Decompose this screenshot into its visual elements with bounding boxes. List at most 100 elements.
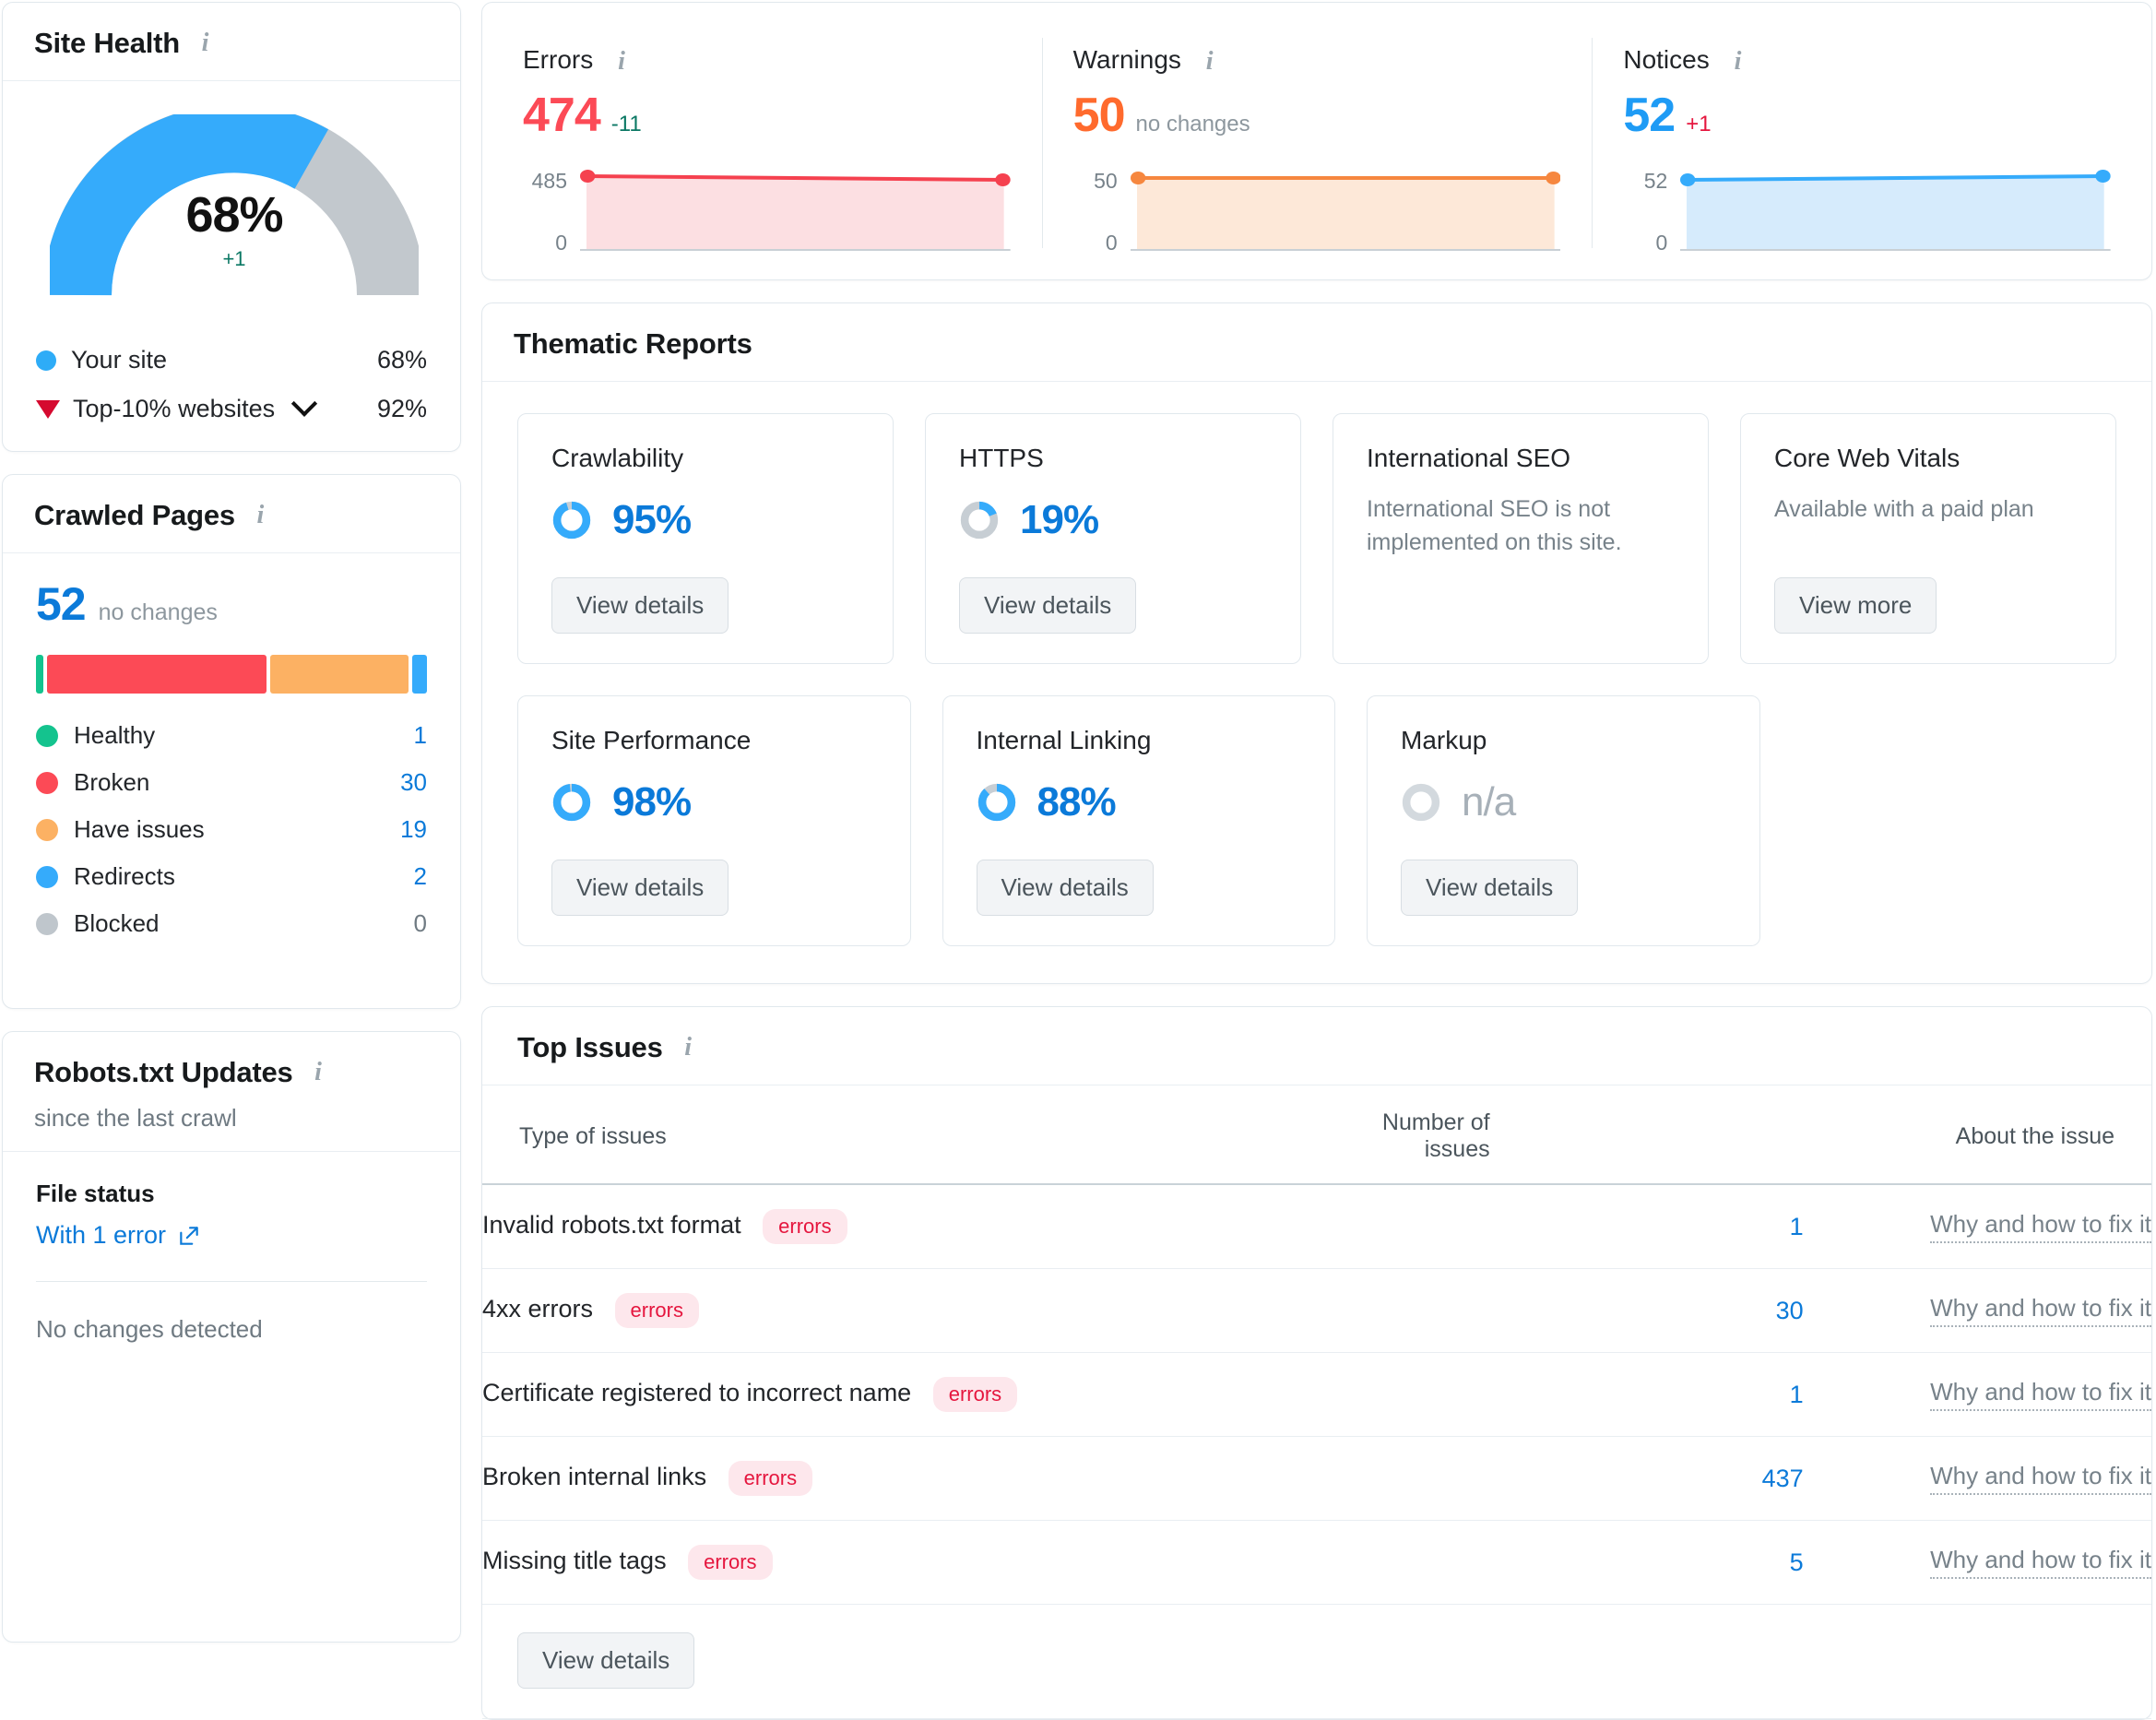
axis-min: 0 bbox=[1655, 231, 1668, 255]
thematic-card-percent: 98% bbox=[612, 779, 692, 824]
thematic-row-1: Crawlability 95% View details HTTPS 19% … bbox=[517, 413, 2116, 664]
issue-count-cell[interactable]: 30 bbox=[1323, 1268, 1804, 1353]
view-details-button[interactable]: View details bbox=[551, 860, 729, 916]
issue-type-text: Broken internal links bbox=[482, 1463, 707, 1491]
status-dot-icon bbox=[36, 724, 58, 747]
table-header-row: Type of issues Number of issues About th… bbox=[482, 1085, 2151, 1185]
list-item[interactable]: Have issues 19 bbox=[36, 806, 427, 853]
issue-count-cell[interactable]: 437 bbox=[1323, 1436, 1804, 1521]
info-icon[interactable]: i bbox=[611, 48, 632, 74]
issue-type-cell: Missing title tags errors bbox=[482, 1520, 1324, 1605]
thematic-card-title: Site Performance bbox=[551, 726, 752, 754]
column-header-type[interactable]: Type of issues bbox=[482, 1085, 1324, 1185]
list-item[interactable]: Blocked 0 bbox=[36, 900, 427, 947]
list-item[interactable]: Redirects 2 bbox=[36, 853, 427, 900]
column-header-number[interactable]: Number of issues bbox=[1323, 1085, 1804, 1185]
legend-label-top10-text: Top-10% websites bbox=[73, 395, 276, 422]
legend-triangle-icon bbox=[36, 399, 60, 419]
robots-updates-body: File status With 1 error No changes dete… bbox=[3, 1152, 460, 1371]
top-issues-header: Top Issues i bbox=[482, 1007, 2151, 1085]
info-icon[interactable]: i bbox=[1728, 48, 1748, 74]
thematic-card-internal-linking[interactable]: Internal Linking 88% View details bbox=[942, 695, 1335, 946]
thematic-card-core-web-vitals[interactable]: Core Web Vitals Available with a paid pl… bbox=[1740, 413, 2116, 664]
sparkline-axis: 52 0 bbox=[1623, 169, 1680, 255]
stat-warnings: Warnings i 50 no changes 50 0 bbox=[1041, 30, 1593, 255]
top-issues-title: Top Issues bbox=[517, 1031, 663, 1063]
legend-dot-icon bbox=[36, 350, 56, 371]
thematic-card-score: 95% bbox=[551, 497, 859, 543]
why-and-how-to-fix-it-link[interactable]: Why and how to fix it bbox=[1930, 1462, 2151, 1495]
file-status-link[interactable]: With 1 error bbox=[36, 1221, 427, 1250]
legend-count[interactable]: 1 bbox=[362, 721, 427, 750]
view-details-button[interactable]: View details bbox=[976, 860, 1154, 916]
legend-count[interactable]: 2 bbox=[362, 862, 427, 891]
legend-count[interactable]: 30 bbox=[362, 768, 427, 797]
thematic-card-markup[interactable]: Markup n/a View details bbox=[1367, 695, 1760, 946]
view-details-button[interactable]: View details bbox=[517, 1632, 695, 1689]
stat-label-text: Errors bbox=[523, 45, 594, 74]
crawled-pages-change: no changes bbox=[98, 599, 218, 625]
site-health-header: Site Health i bbox=[3, 3, 460, 81]
thematic-card-title: HTTPS bbox=[959, 444, 1044, 472]
legend-label-top10: Top-10% websites bbox=[73, 390, 377, 423]
bar-segment-broken bbox=[46, 655, 267, 694]
axis-min: 0 bbox=[1105, 231, 1118, 255]
status-dot-icon bbox=[36, 865, 58, 888]
thematic-card-crawlability[interactable]: Crawlability 95% View details bbox=[517, 413, 894, 664]
stat-delta: +1 bbox=[1686, 112, 1712, 136]
legend-row-top10[interactable]: Top-10% websites 92% bbox=[36, 385, 427, 433]
issue-about-cell: Why and how to fix it bbox=[1803, 1352, 2151, 1437]
issue-count-cell[interactable]: 1 bbox=[1323, 1352, 1804, 1437]
status-badge: errors bbox=[932, 1377, 1018, 1412]
view-details-button[interactable]: View details bbox=[1401, 860, 1579, 916]
info-icon[interactable]: i bbox=[195, 30, 215, 56]
stat-label-text: Notices bbox=[1623, 45, 1710, 74]
list-item[interactable]: Broken 30 bbox=[36, 759, 427, 806]
axis-max: 485 bbox=[531, 169, 567, 193]
crawled-pages-body: 52 no changes Healthy 1 Broken 30 Have i… bbox=[3, 553, 460, 956]
legend-label: Broken bbox=[74, 768, 150, 796]
thematic-card-https[interactable]: HTTPS 19% View details bbox=[925, 413, 1301, 664]
robots-change-note: No changes detected bbox=[36, 1315, 263, 1343]
legend-count[interactable]: 19 bbox=[362, 815, 427, 844]
stat-value: 52 bbox=[1623, 89, 1676, 142]
issue-type-cell: Invalid robots.txt format errors bbox=[482, 1184, 1324, 1269]
status-badge: errors bbox=[688, 1545, 773, 1580]
table-row: Invalid robots.txt format errors 1 Why a… bbox=[482, 1184, 2151, 1269]
issue-type-text: Missing title tags bbox=[482, 1547, 667, 1575]
why-and-how-to-fix-it-link[interactable]: Why and how to fix it bbox=[1930, 1210, 2151, 1243]
sparkline-plot bbox=[1680, 169, 2112, 255]
info-icon[interactable]: i bbox=[250, 503, 270, 528]
table-row: Missing title tags errors 5 Why and how … bbox=[482, 1520, 2151, 1605]
list-item[interactable]: Healthy 1 bbox=[36, 712, 427, 759]
issue-count-cell[interactable]: 1 bbox=[1323, 1184, 1804, 1269]
why-and-how-to-fix-it-link[interactable]: Why and how to fix it bbox=[1930, 1378, 2151, 1411]
thematic-card-percent: 88% bbox=[1037, 779, 1117, 824]
thematic-card-site-performance[interactable]: Site Performance 98% View details bbox=[517, 695, 911, 946]
crawled-pages-total: 52 no changes bbox=[36, 577, 427, 631]
legend-value-your-site: 68% bbox=[376, 346, 427, 374]
stat-value-row: 52 +1 bbox=[1623, 88, 2111, 143]
donut-progress-icon bbox=[552, 783, 591, 822]
info-icon[interactable]: i bbox=[678, 1035, 698, 1061]
view-more-button[interactable]: View more bbox=[1774, 577, 1937, 634]
why-and-how-to-fix-it-link[interactable]: Why and how to fix it bbox=[1930, 1294, 2151, 1327]
info-icon[interactable]: i bbox=[1200, 48, 1220, 74]
crawled-pages-title: Crawled Pages bbox=[34, 499, 235, 531]
thematic-card-title: Core Web Vitals bbox=[1774, 444, 1961, 472]
sparkline-plot bbox=[1130, 169, 1561, 255]
view-details-button[interactable]: View details bbox=[959, 577, 1137, 634]
chevron-down-icon[interactable] bbox=[290, 390, 317, 417]
issue-count-cell[interactable]: 5 bbox=[1323, 1520, 1804, 1605]
issue-about-cell: Why and how to fix it bbox=[1803, 1184, 2151, 1269]
view-details-button[interactable]: View details bbox=[551, 577, 729, 634]
stat-label: Warnings i bbox=[1073, 45, 1561, 75]
issue-type-text: Invalid robots.txt format bbox=[482, 1211, 741, 1240]
why-and-how-to-fix-it-link[interactable]: Why and how to fix it bbox=[1930, 1546, 2151, 1579]
thematic-row2-spacer bbox=[1792, 695, 2117, 946]
gauge-svg bbox=[50, 114, 419, 299]
donut-progress-icon bbox=[960, 501, 999, 540]
robots-updates-card: Robots.txt Updates i since the last craw… bbox=[2, 1031, 461, 1643]
issue-type-text: Certificate registered to incorrect name bbox=[482, 1379, 912, 1407]
info-icon[interactable]: i bbox=[308, 1060, 328, 1085]
